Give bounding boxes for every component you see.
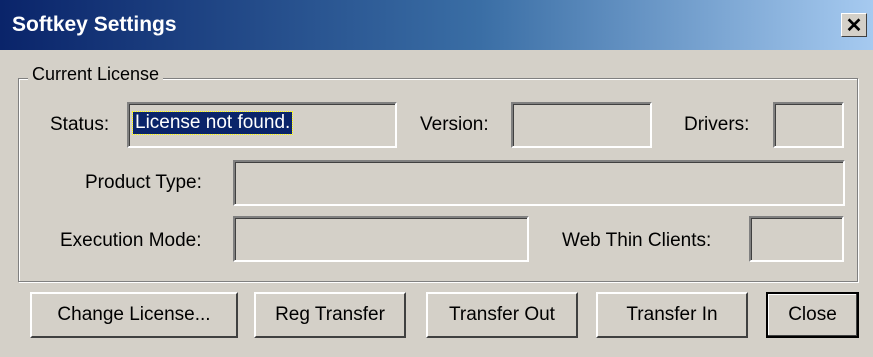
web-thin-clients-label: Web Thin Clients: <box>562 230 712 251</box>
status-value: License not found. <box>131 111 294 135</box>
drivers-field[interactable] <box>773 102 844 148</box>
execution-mode-label: Execution Mode: <box>60 230 202 251</box>
drivers-label: Drivers: <box>684 114 750 135</box>
product-type-label: Product Type: <box>85 172 202 193</box>
version-field[interactable] <box>511 102 652 148</box>
status-label: Status: <box>50 114 110 135</box>
close-glyph: ✕ <box>845 14 863 37</box>
close-button[interactable]: Close <box>766 292 859 338</box>
status-field[interactable]: License not found. <box>127 102 397 148</box>
reg-transfer-button[interactable]: Reg Transfer <box>254 292 406 338</box>
transfer-in-button[interactable]: Transfer In <box>596 292 748 338</box>
transfer-out-button[interactable]: Transfer Out <box>426 292 578 338</box>
title-bar[interactable]: Softkey Settings ✕ <box>0 0 873 50</box>
close-icon[interactable]: ✕ <box>841 13 867 37</box>
web-thin-clients-field[interactable] <box>749 216 844 262</box>
execution-mode-field[interactable] <box>233 216 529 262</box>
window-title: Softkey Settings <box>12 13 177 36</box>
group-legend: Current License <box>28 64 164 85</box>
version-label: Version: <box>420 114 489 135</box>
product-type-field[interactable] <box>233 160 845 206</box>
change-license-button[interactable]: Change License... <box>30 292 238 338</box>
